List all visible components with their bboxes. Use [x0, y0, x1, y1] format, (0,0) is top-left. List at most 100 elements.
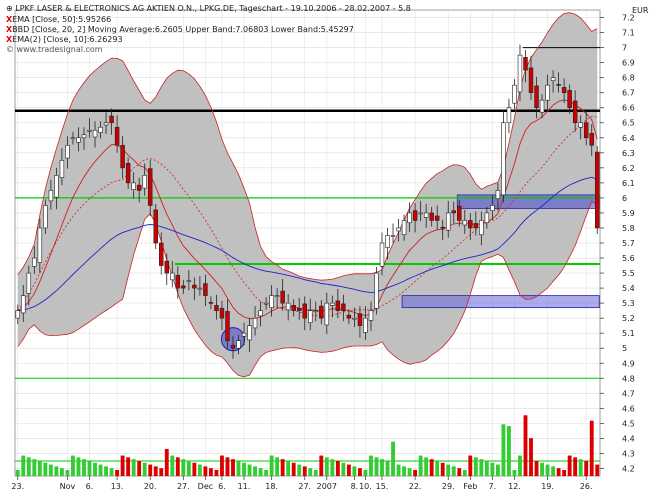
candle-body [153, 209, 158, 244]
candle-body [434, 215, 440, 221]
volume-bar [159, 468, 164, 476]
volume-bar [236, 460, 241, 476]
volume-bar [59, 468, 64, 476]
x-tick-label: 27. [298, 482, 311, 491]
volume-bar [15, 469, 20, 476]
candle-body [506, 107, 512, 124]
legend-ema50: XEMA [Close, 50]:5.95266 [6, 15, 112, 24]
volume-bar [484, 460, 489, 476]
volume-bar [37, 460, 42, 476]
y-tick-label: 4.6 [622, 404, 635, 413]
volume-bar [540, 462, 544, 476]
volume-bar [203, 466, 208, 476]
candle-body [125, 163, 131, 184]
volume-bar [324, 457, 329, 476]
volume-bar [446, 464, 451, 476]
candle-body [76, 137, 81, 143]
y-tick-label: 5.1 [622, 329, 635, 338]
volume-bar [269, 455, 274, 476]
y-axis: 4.2 4.3 4.4 4.5 4.6 4.7 4.8 4.9 5 5.1 5.2 5.3 5.4 5.5… [600, 14, 635, 473]
candle-body [440, 226, 445, 229]
candle-body [429, 212, 434, 221]
candle-body [374, 272, 379, 309]
candle-body [528, 67, 534, 93]
candle-body [258, 310, 263, 317]
x-tick-label: 22. [409, 482, 422, 491]
volume-bar [214, 469, 219, 476]
candle-body [109, 115, 114, 124]
y-tick-label: 6.3 [622, 149, 635, 158]
y-tick-label: 6.4 [622, 134, 635, 143]
volume-bar [131, 459, 136, 476]
candle-body [407, 212, 412, 224]
candle-body [225, 311, 230, 342]
candle-body [208, 302, 214, 304]
y-tick-label: 5.8 [622, 224, 635, 233]
x-tick-label: 12. [508, 482, 521, 491]
x-tick-label: 6. [218, 482, 226, 491]
candle-body [346, 314, 352, 319]
candle-body [131, 182, 136, 190]
y-tick-label: 5.6 [622, 254, 635, 263]
chart-title: ⊕ LPKF LASER & ELECTRONICS AG AKTIEN O.N… [6, 4, 411, 14]
candle-body [539, 99, 545, 113]
candle-body [418, 212, 423, 215]
volume-bar [512, 469, 517, 476]
candle-body [550, 77, 556, 81]
y-tick-label: 4.7 [622, 389, 635, 398]
volume-bar [319, 455, 324, 476]
volume-bar [308, 468, 313, 476]
volume-bar [413, 469, 418, 476]
volume-bar [104, 466, 108, 476]
volume-bar [302, 466, 307, 476]
candle-body [81, 134, 87, 139]
volume-bar [48, 464, 53, 476]
volume-bar [523, 415, 528, 476]
x-tick-label: 29. [442, 482, 455, 491]
volume-bar [197, 464, 202, 476]
volume-bar [126, 457, 131, 476]
candle-body [59, 160, 65, 178]
volume-bar [32, 459, 37, 476]
x-tick-label: 20. [144, 482, 157, 491]
candle-body [423, 212, 429, 218]
candle-body [296, 308, 302, 311]
chart-title-text: LPKF LASER & ELECTRONICS AG AKTIEN O.N.,… [15, 4, 411, 13]
candle-body [280, 290, 285, 304]
y-tick-label: 6.6 [622, 104, 635, 113]
y-tick-label: 6.5 [622, 119, 635, 128]
volume-bar [186, 460, 191, 476]
candle-body [534, 85, 539, 109]
volume-bar [468, 455, 473, 476]
volume-bar [258, 468, 263, 476]
volume-bar [71, 455, 75, 476]
volume-bar [87, 460, 92, 476]
candle-body [54, 175, 59, 198]
cursor-icon: ⊕ [6, 4, 13, 13]
x-tick-label: Feb [463, 482, 477, 491]
candle-body [556, 84, 561, 86]
y-tick-label: 6.7 [622, 89, 635, 98]
candle-body [368, 310, 374, 321]
volume-bar [208, 468, 213, 476]
volume-bar [346, 464, 351, 476]
candle-body [445, 212, 451, 231]
candle-body [214, 305, 219, 311]
volume-bar [534, 460, 539, 476]
currency-label: EUR [632, 6, 649, 15]
volume-bar [473, 457, 478, 476]
volume-bar [551, 466, 556, 476]
candle-body [142, 175, 147, 189]
candle-body [181, 285, 186, 289]
volume-bar [275, 457, 280, 476]
x-tick-label: 2007 [317, 482, 337, 491]
candle-body [512, 84, 517, 104]
volume-bar [429, 459, 434, 476]
y-tick-label: 6.2 [622, 164, 635, 173]
y-tick-label: 6.8 [622, 74, 635, 83]
volume-bar [242, 462, 246, 476]
volume-bar [440, 462, 445, 476]
volume-bar [115, 469, 120, 476]
volume-bar [76, 457, 81, 476]
volume-bar [93, 462, 97, 476]
